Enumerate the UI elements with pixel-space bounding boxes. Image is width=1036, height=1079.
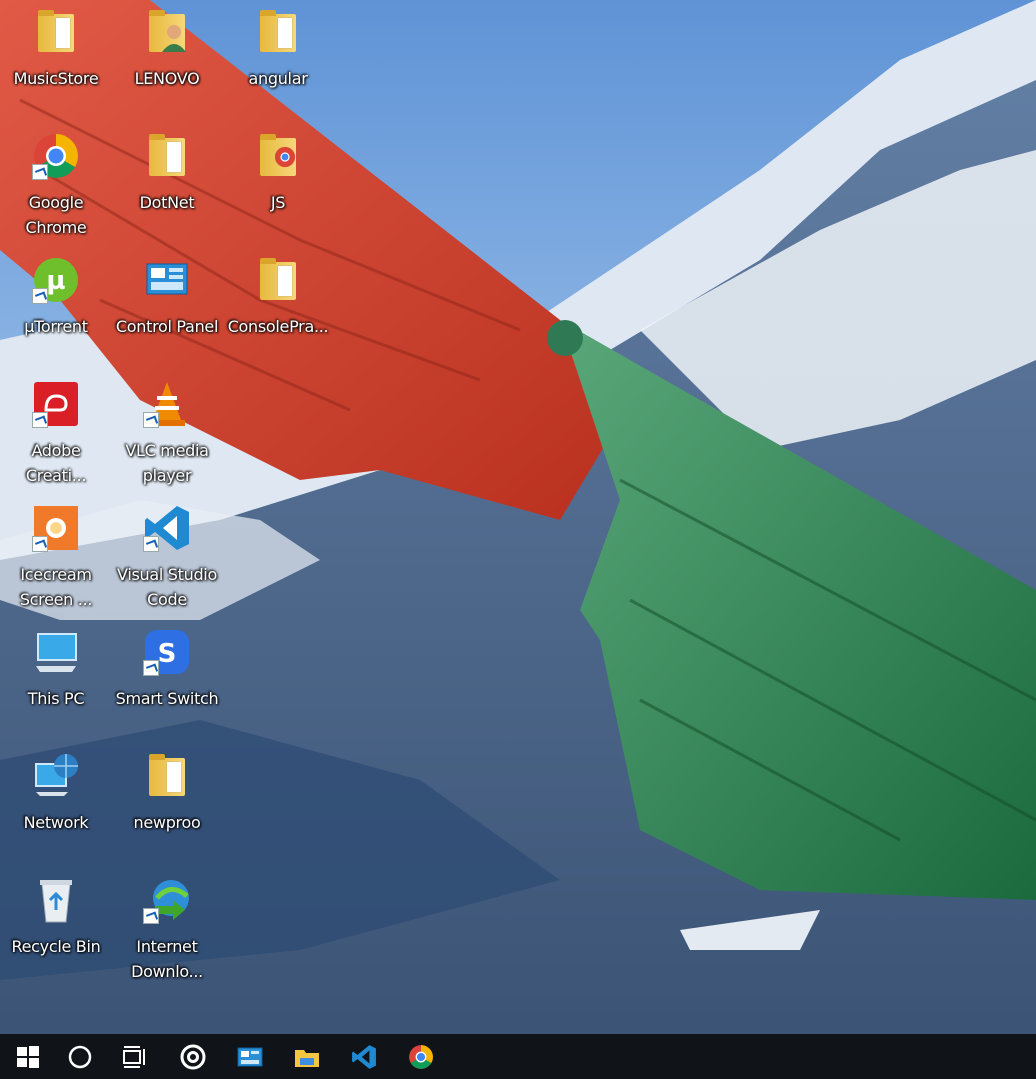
vscode-icon [352,1044,376,1069]
ring-icon [180,1044,206,1069]
folder-icon [254,256,302,304]
taskbar-vscode[interactable] [336,1034,392,1079]
desktop-icon-network[interactable]: Network [0,752,112,835]
desktop-icon-consolepra[interactable]: ConsolePra... [222,256,334,339]
taskbar-chrome[interactable] [393,1034,449,1079]
folder-icon [32,8,80,56]
icon-label: Google Chrome [25,193,87,237]
folder-icon [143,752,191,800]
desktop-icon-this-pc[interactable]: This PC [0,628,112,711]
control-panel-icon [237,1047,263,1066]
chrome-icon [409,1044,433,1069]
icon-label: Visual Studio Code [117,565,217,609]
folder-icon [254,8,302,56]
desktop-icon-adobe-creative[interactable]: Adobe Creati... [0,380,112,488]
icon-label: DotNet [139,193,195,212]
shortcut-arrow-icon [32,412,48,428]
icon-label: Internet Downlo... [131,937,203,981]
network-icon [32,752,80,800]
utorrent-icon: µ [32,256,80,304]
icon-label: newproo [133,813,201,832]
icon-label: Icecream Screen ... [19,565,93,609]
file-explorer-icon [295,1049,319,1067]
cortana-circle-icon [68,1045,92,1068]
icon-label: µTorrent [24,317,88,336]
task-view-button[interactable] [106,1034,162,1079]
vscode-icon [143,504,191,552]
search-button[interactable] [52,1034,108,1079]
desktop-icon-recycle-bin[interactable]: Recycle Bin [0,876,112,959]
taskbar-control-panel[interactable] [222,1034,278,1079]
taskbar-app-ring[interactable] [165,1034,221,1079]
windows-logo-icon [17,1045,39,1068]
icecream-icon [32,504,80,552]
shortcut-arrow-icon [32,288,48,304]
icon-label: Control Panel [115,317,219,336]
shortcut-arrow-icon [143,536,159,552]
icon-label: ConsolePra... [227,317,329,336]
svg-text:S: S [158,639,177,669]
icon-label: Adobe Creati... [25,441,87,485]
desktop-icon-control-panel[interactable]: Control Panel [111,256,223,339]
task-view-icon [123,1045,145,1068]
icon-label: MusicStore [13,69,99,88]
desktop-icon-angular[interactable]: angular [222,8,334,91]
chrome-icon [32,132,80,180]
icon-label: Recycle Bin [11,937,101,956]
desktop-icon-musicstore[interactable]: MusicStore [0,8,112,91]
desktop: MusicStore LENOVO angular Google Chrome … [0,0,1036,1034]
icon-label: Network [23,813,89,832]
shortcut-arrow-icon [32,164,48,180]
desktop-icon-vscode[interactable]: Visual Studio Code [111,504,223,612]
icon-label: LENOVO [134,69,200,88]
shortcut-arrow-icon [143,908,159,924]
desktop-icon-vlc[interactable]: VLC media player [111,380,223,488]
adobe-cc-icon [32,380,80,428]
folder-icon [143,132,191,180]
chrome-folder-icon [254,132,302,180]
desktop-icon-smart-switch[interactable]: S Smart Switch [111,628,223,711]
icon-label: JS [270,193,286,212]
taskbar [0,1034,1036,1079]
desktop-icon-newproo[interactable]: newproo [111,752,223,835]
desktop-icon-google-chrome[interactable]: Google Chrome [0,132,112,240]
this-pc-icon [32,628,80,676]
icon-label: Smart Switch [115,689,219,708]
icon-label: angular [248,69,308,88]
shortcut-arrow-icon [32,536,48,552]
icon-label: This PC [27,689,85,708]
desktop-icon-utorrent[interactable]: µ µTorrent [0,256,112,339]
user-folder-icon [143,8,191,56]
idm-icon [143,876,191,924]
desktop-icon-internet-download-manager[interactable]: Internet Downlo... [111,876,223,984]
vlc-icon [143,380,191,428]
desktop-icon-dotnet[interactable]: DotNet [111,132,223,215]
desktop-icon-lenovo[interactable]: LENOVO [111,8,223,91]
svg-text:µ: µ [46,266,65,296]
smart-switch-icon: S [143,628,191,676]
desktop-icon-js[interactable]: JS [222,132,334,215]
desktop-icon-icecream[interactable]: Icecream Screen ... [0,504,112,612]
recycle-bin-icon [32,876,80,924]
taskbar-file-explorer[interactable] [279,1034,335,1079]
shortcut-arrow-icon [143,412,159,428]
start-button[interactable] [0,1034,56,1079]
icon-label: VLC media player [125,441,209,485]
control-panel-icon [143,256,191,304]
shortcut-arrow-icon [143,660,159,676]
